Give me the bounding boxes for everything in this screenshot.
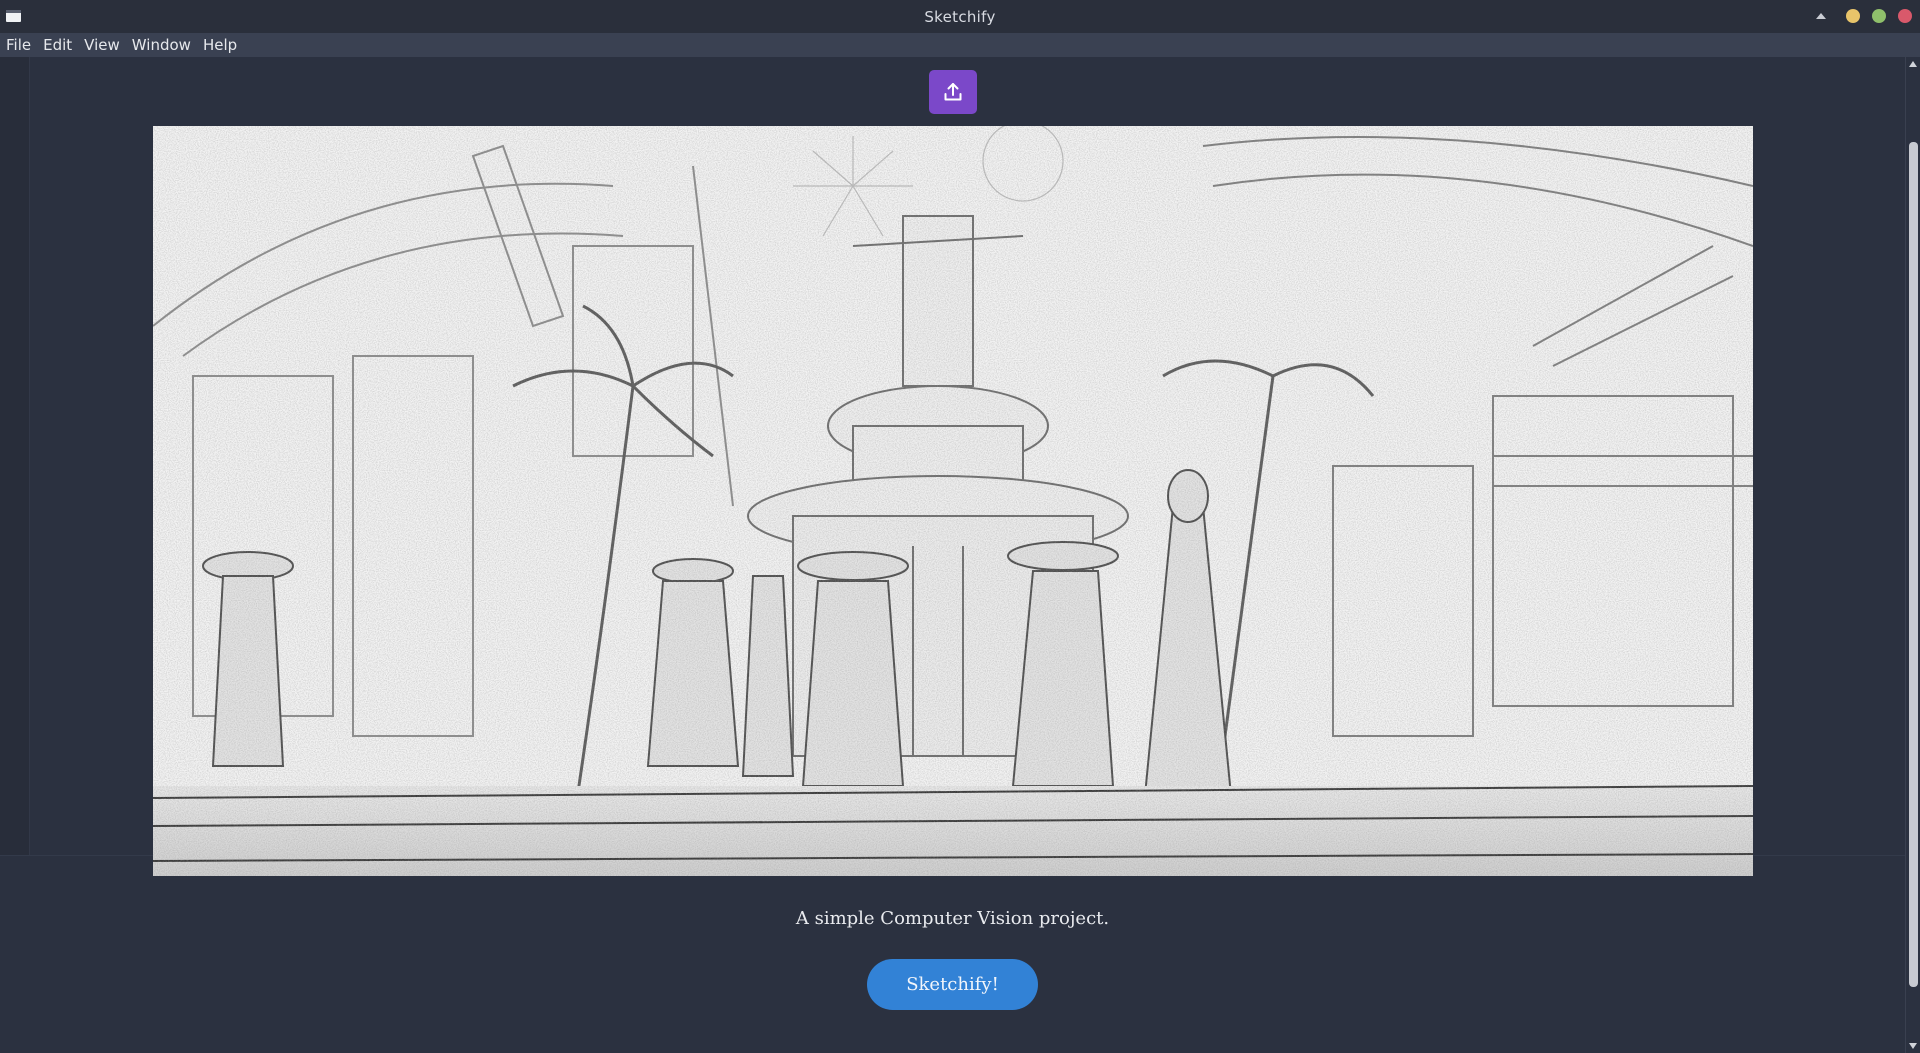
sketchify-button[interactable]: Sketchify!	[867, 959, 1038, 1010]
close-button[interactable]	[1898, 9, 1912, 23]
menu-file[interactable]: File	[6, 33, 37, 57]
scroll-down-arrow-icon[interactable]	[1909, 1043, 1917, 1049]
scroll-up-arrow-icon[interactable]	[1909, 61, 1917, 67]
vertical-scrollbar[interactable]	[1905, 57, 1920, 1053]
app-icon	[6, 10, 21, 22]
collapse-arrow-icon[interactable]	[1816, 13, 1826, 19]
sketch-illustration	[153, 126, 1753, 876]
window-title: Sketchify	[924, 7, 996, 26]
menu-edit[interactable]: Edit	[37, 33, 78, 57]
menu-bar: File Edit View Window Help	[0, 33, 1920, 57]
footer-area	[0, 855, 1905, 1053]
minimize-button[interactable]	[1846, 9, 1860, 23]
menu-view[interactable]: View	[78, 33, 126, 57]
scrollbar-thumb[interactable]	[1909, 142, 1918, 987]
title-bar: Sketchify	[0, 0, 1920, 33]
menu-help[interactable]: Help	[197, 33, 243, 57]
upload-icon	[944, 83, 962, 101]
sketch-preview-image	[153, 126, 1753, 876]
window-controls	[1816, 9, 1912, 23]
upload-button[interactable]	[929, 70, 977, 114]
menu-window[interactable]: Window	[126, 33, 197, 57]
caption-text: A simple Computer Vision project.	[795, 908, 1110, 929]
maximize-button[interactable]	[1872, 9, 1886, 23]
